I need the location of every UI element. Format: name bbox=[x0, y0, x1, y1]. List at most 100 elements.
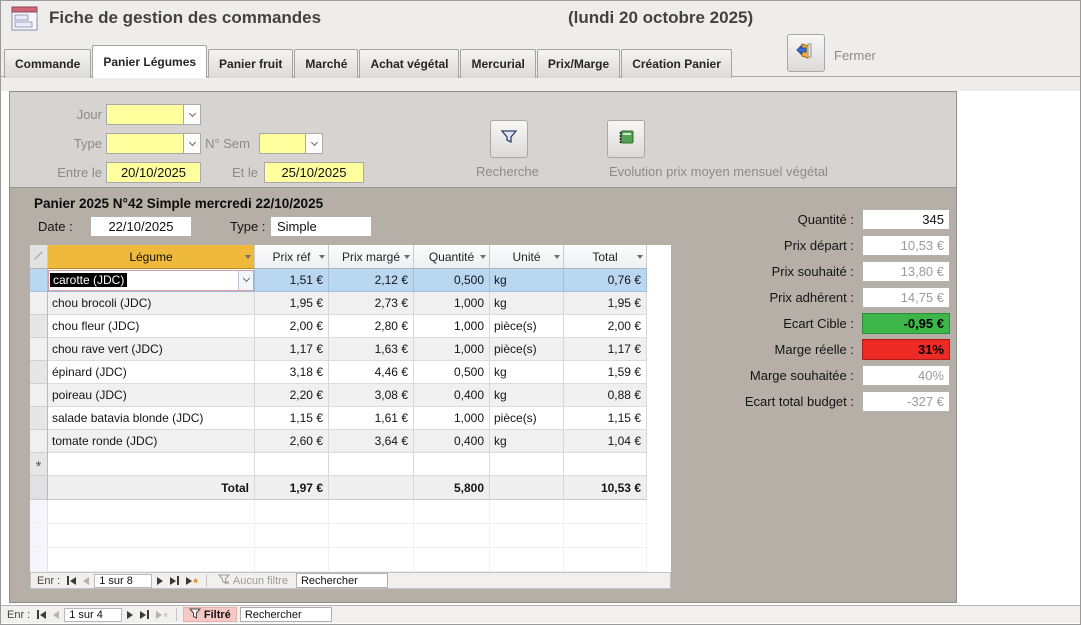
prix-ref-cell[interactable]: 3,18 € bbox=[255, 361, 329, 384]
record-next-button[interactable] bbox=[125, 611, 135, 619]
prix-ref-cell[interactable]: 1,95 € bbox=[255, 292, 329, 315]
empty-cell[interactable] bbox=[414, 453, 490, 476]
record-last-button[interactable] bbox=[138, 610, 151, 619]
prix-marge-cell[interactable]: 2,73 € bbox=[329, 292, 414, 315]
unite-cell[interactable]: kg bbox=[490, 292, 564, 315]
record-prev-button[interactable] bbox=[51, 611, 61, 619]
search-box[interactable]: Rechercher bbox=[296, 573, 388, 588]
record-position-box[interactable]: 1 sur 4 bbox=[64, 608, 122, 622]
quantite-field[interactable]: 345 bbox=[862, 209, 950, 230]
quantite-cell[interactable]: 1,000 bbox=[414, 292, 490, 315]
prix-marge-cell[interactable]: 1,63 € bbox=[329, 338, 414, 361]
tab-panier-fruit[interactable]: Panier fruit bbox=[208, 49, 293, 78]
quantite-cell[interactable]: 0,500 bbox=[414, 361, 490, 384]
num-sem-combobox[interactable] bbox=[259, 133, 323, 154]
search-button[interactable] bbox=[490, 120, 528, 158]
date-field[interactable]: 22/10/2025 bbox=[90, 216, 192, 237]
prix-ref-cell[interactable]: 1,15 € bbox=[255, 407, 329, 430]
row-selector[interactable] bbox=[30, 292, 48, 315]
prix-marge-cell[interactable]: 1,61 € bbox=[329, 407, 414, 430]
prix-ref-cell[interactable]: 2,00 € bbox=[255, 315, 329, 338]
chevron-down-icon[interactable] bbox=[245, 255, 251, 259]
empty-cell[interactable] bbox=[564, 453, 647, 476]
tab-marche[interactable]: Marché bbox=[294, 49, 358, 78]
prix-marge-cell[interactable]: 3,08 € bbox=[329, 384, 414, 407]
prix-marge-cell[interactable]: 2,12 € bbox=[329, 269, 414, 292]
type-field[interactable]: Simple bbox=[270, 216, 372, 237]
tab-prix-marge[interactable]: Prix/Marge bbox=[537, 49, 620, 78]
filter-status[interactable]: Filtré bbox=[183, 607, 237, 622]
record-last-button[interactable] bbox=[168, 576, 181, 585]
prix-ref-cell[interactable]: 1,17 € bbox=[255, 338, 329, 361]
prix-marge-cell[interactable]: 2,80 € bbox=[329, 315, 414, 338]
quantite-cell[interactable]: 0,400 bbox=[414, 430, 490, 453]
date-to-field[interactable]: 25/10/2025 bbox=[264, 162, 364, 183]
prix-ref-cell[interactable]: 1,51 € bbox=[255, 269, 329, 292]
unite-cell[interactable]: pièce(s) bbox=[490, 407, 564, 430]
empty-cell[interactable] bbox=[255, 453, 329, 476]
tab-panier-legumes[interactable]: Panier Légumes bbox=[92, 45, 207, 78]
row-selector[interactable] bbox=[30, 430, 48, 453]
search-box[interactable]: Rechercher bbox=[240, 607, 332, 622]
row-selector[interactable] bbox=[30, 361, 48, 384]
filter-status[interactable]: Aucun filtre bbox=[213, 573, 293, 588]
quantite-cell[interactable]: 0,400 bbox=[414, 384, 490, 407]
row-selector[interactable] bbox=[30, 384, 48, 407]
empty-cell[interactable] bbox=[48, 453, 255, 476]
empty-cell[interactable] bbox=[490, 453, 564, 476]
quantite-cell[interactable]: 0,500 bbox=[414, 269, 490, 292]
tab-achat-vegetal[interactable]: Achat végétal bbox=[359, 49, 459, 78]
quantite-cell[interactable]: 1,000 bbox=[414, 338, 490, 361]
jour-combobox[interactable] bbox=[106, 104, 201, 125]
column-header-legume[interactable]: Légume bbox=[48, 245, 255, 269]
chevron-down-icon[interactable] bbox=[305, 134, 322, 153]
legume-cell[interactable]: chou brocoli (JDC) bbox=[48, 292, 255, 315]
record-position-box[interactable]: 1 sur 8 bbox=[94, 574, 152, 588]
column-header-quantite[interactable]: Quantité bbox=[414, 245, 490, 269]
tab-creation-panier[interactable]: Création Panier bbox=[621, 49, 732, 78]
record-next-button[interactable] bbox=[155, 577, 165, 585]
prix-ref-cell[interactable]: 2,60 € bbox=[255, 430, 329, 453]
record-first-button[interactable] bbox=[35, 610, 48, 619]
column-header-unite[interactable]: Unité bbox=[490, 245, 564, 269]
legume-combobox[interactable]: carotte (JDC) bbox=[48, 269, 255, 292]
close-form-button[interactable] bbox=[787, 34, 825, 72]
row-selector[interactable] bbox=[30, 269, 48, 292]
unite-cell[interactable]: kg bbox=[490, 269, 564, 292]
column-header-prix-marge[interactable]: Prix margé bbox=[329, 245, 414, 269]
row-selector[interactable] bbox=[30, 338, 48, 361]
legume-cell[interactable]: salade batavia blonde (JDC) bbox=[48, 407, 255, 430]
quantite-cell[interactable]: 1,000 bbox=[414, 315, 490, 338]
unite-cell[interactable]: kg bbox=[490, 361, 564, 384]
unite-cell[interactable]: pièce(s) bbox=[490, 315, 564, 338]
legume-cell[interactable]: poireau (JDC) bbox=[48, 384, 255, 407]
column-header-prix-ref[interactable]: Prix réf bbox=[255, 245, 329, 269]
evolution-button[interactable] bbox=[607, 120, 645, 158]
select-all-corner[interactable] bbox=[30, 245, 48, 269]
record-new-button[interactable]: * bbox=[184, 575, 200, 587]
empty-cell[interactable] bbox=[329, 453, 414, 476]
prix-ref-cell[interactable]: 2,20 € bbox=[255, 384, 329, 407]
new-record-selector[interactable]: * bbox=[30, 453, 48, 476]
row-selector[interactable] bbox=[30, 407, 48, 430]
chevron-down-icon[interactable] bbox=[480, 255, 486, 259]
legume-cell[interactable]: épinard (JDC) bbox=[48, 361, 255, 384]
unite-cell[interactable]: pièce(s) bbox=[490, 338, 564, 361]
chevron-down-icon[interactable] bbox=[319, 255, 325, 259]
unite-cell[interactable]: kg bbox=[490, 430, 564, 453]
prix-marge-cell[interactable]: 4,46 € bbox=[329, 361, 414, 384]
chevron-down-icon[interactable] bbox=[238, 271, 253, 290]
row-selector[interactable] bbox=[30, 315, 48, 338]
tab-mercurial[interactable]: Mercurial bbox=[460, 49, 535, 78]
legume-cell[interactable]: chou rave vert (JDC) bbox=[48, 338, 255, 361]
record-first-button[interactable] bbox=[65, 576, 78, 585]
unite-cell[interactable]: kg bbox=[490, 384, 564, 407]
legume-cell[interactable]: chou fleur (JDC) bbox=[48, 315, 255, 338]
tab-commande[interactable]: Commande bbox=[4, 49, 91, 78]
chevron-down-icon[interactable] bbox=[554, 255, 560, 259]
prix-marge-cell[interactable]: 3,64 € bbox=[329, 430, 414, 453]
chevron-down-icon[interactable] bbox=[404, 255, 410, 259]
legume-cell[interactable]: tomate ronde (JDC) bbox=[48, 430, 255, 453]
quantite-cell[interactable]: 1,000 bbox=[414, 407, 490, 430]
record-prev-button[interactable] bbox=[81, 577, 91, 585]
